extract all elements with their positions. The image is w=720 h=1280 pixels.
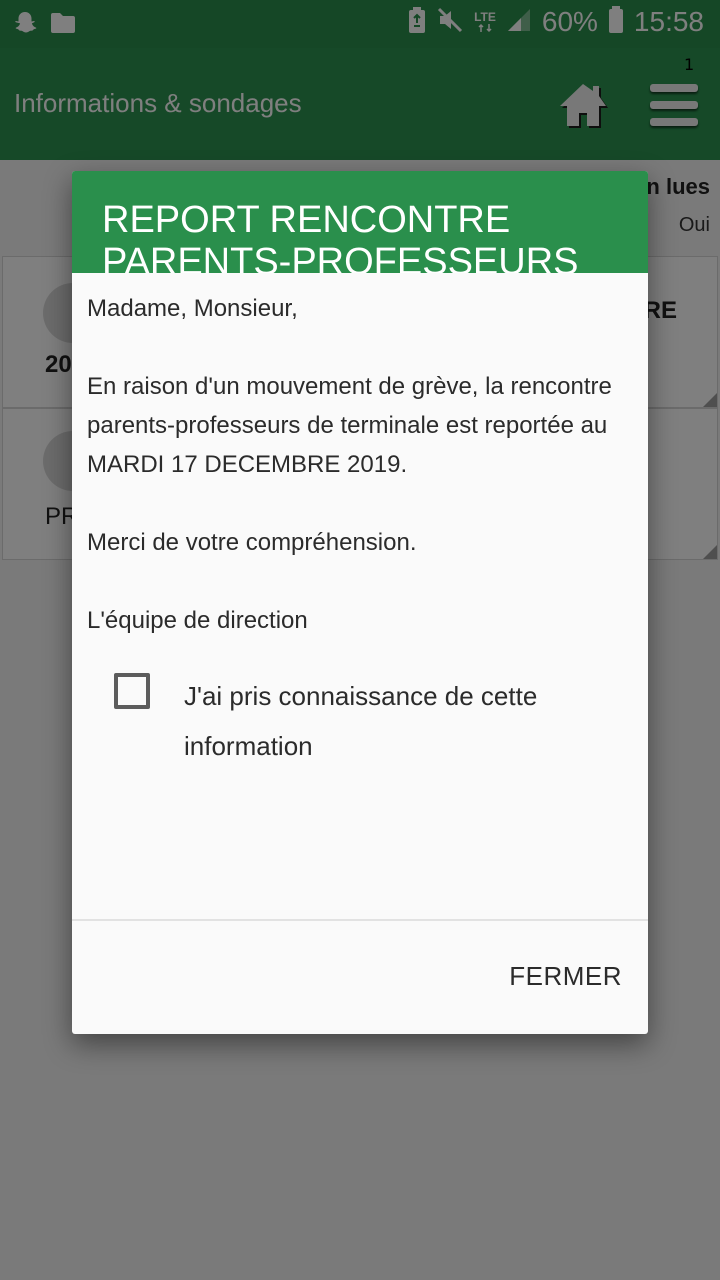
acknowledge-row[interactable]: J'ai pris connaissance de cette informat… xyxy=(114,671,614,781)
dialog-body: Madame, Monsieur, En raison d'un mouveme… xyxy=(87,289,627,640)
dialog-header: REPORT RENCONTRE PARENTS-PROFESSEURS xyxy=(72,171,648,273)
dialog-title: REPORT RENCONTRE PARENTS-PROFESSEURS xyxy=(102,199,579,273)
dialog-thanks: Merci de votre compréhension. xyxy=(87,529,417,556)
dialog-greeting: Madame, Monsieur, xyxy=(87,295,298,322)
dialog-divider xyxy=(72,919,648,921)
close-button[interactable]: FERMER xyxy=(509,961,622,992)
dialog-message: En raison d'un mouvement de grève, la re… xyxy=(87,373,612,478)
dialog-signature: L'équipe de direction xyxy=(87,607,308,634)
acknowledge-label[interactable]: J'ai pris connaissance de cette informat… xyxy=(184,671,604,771)
acknowledge-checkbox[interactable] xyxy=(114,673,150,709)
info-dialog: REPORT RENCONTRE PARENTS-PROFESSEURS Mad… xyxy=(72,171,648,1034)
